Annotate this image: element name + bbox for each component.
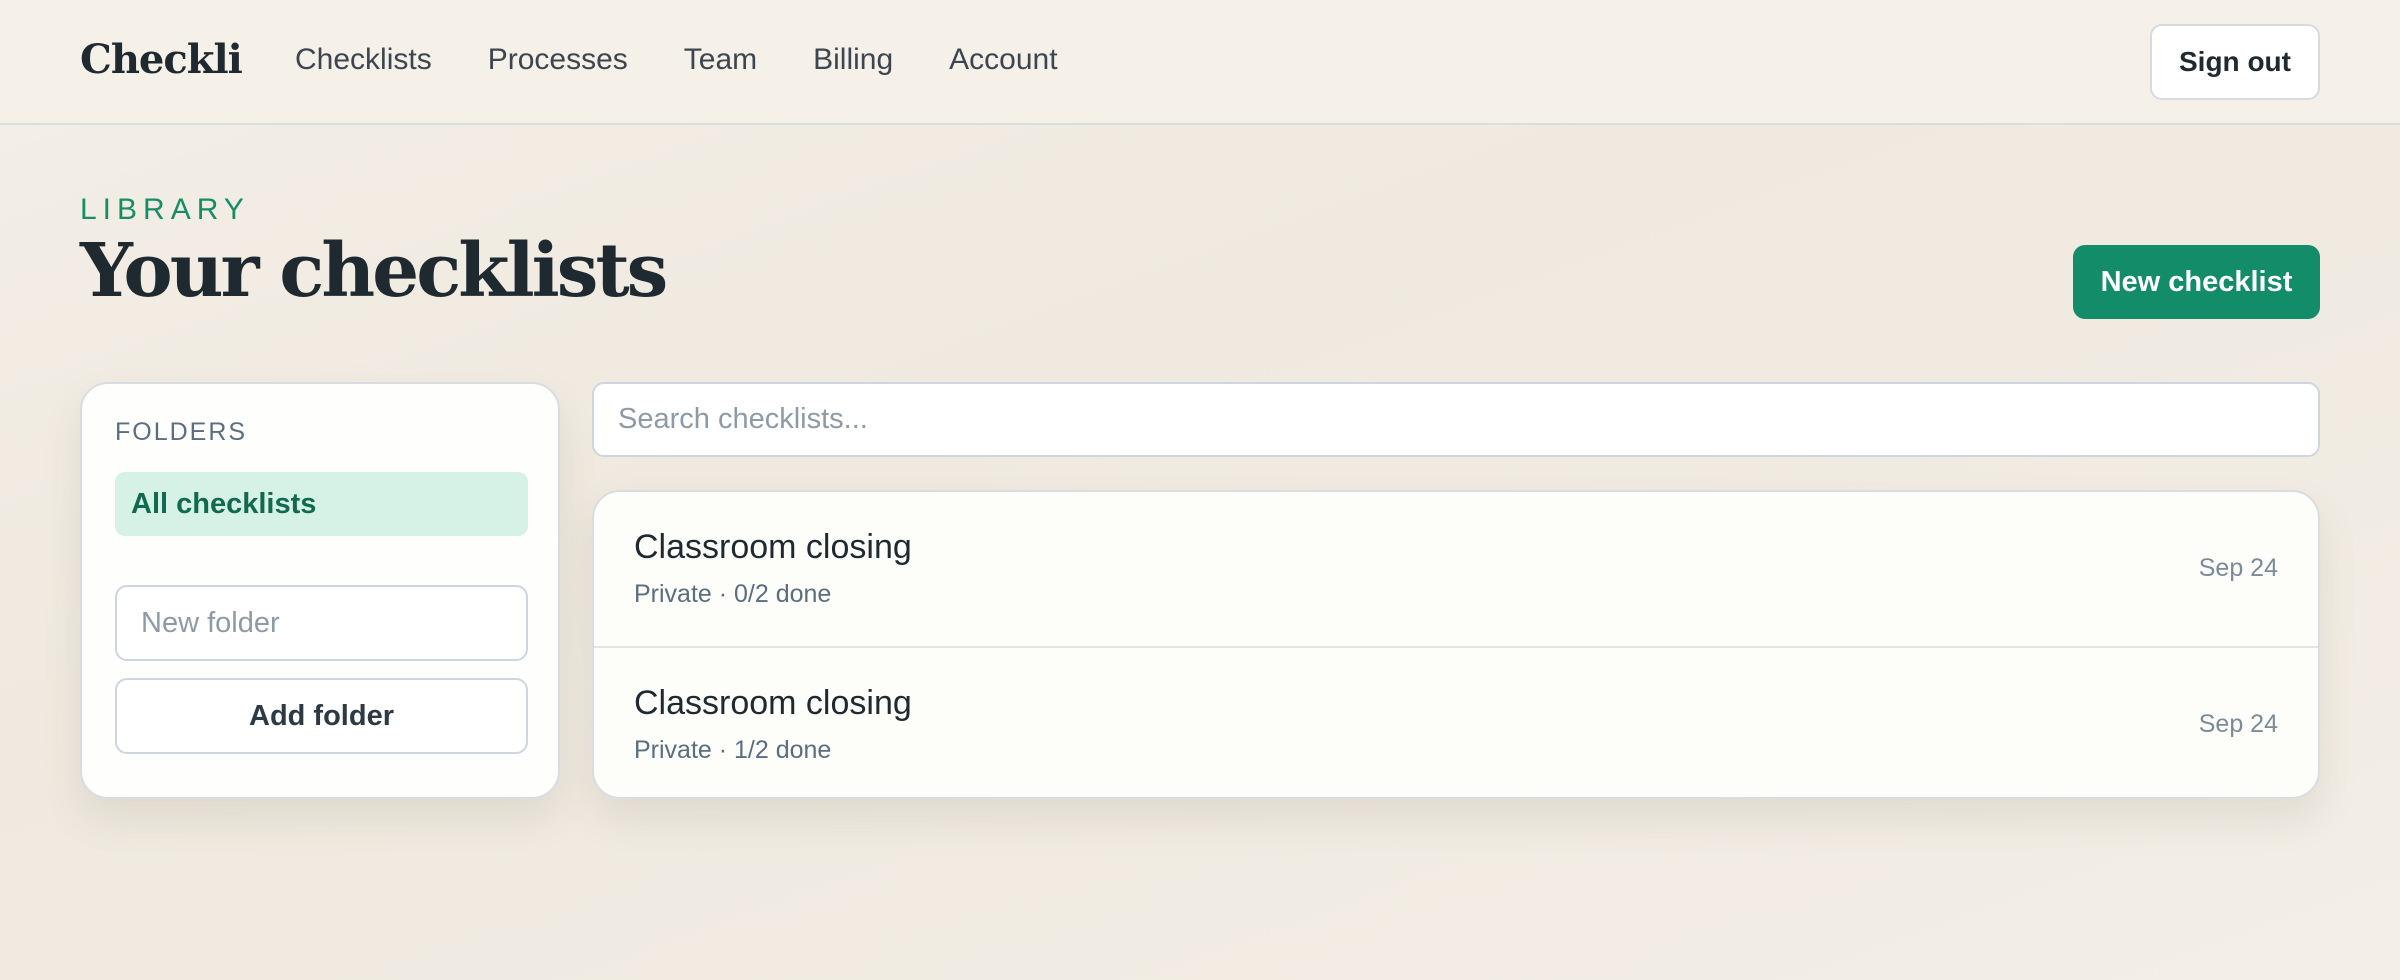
search-input[interactable] xyxy=(592,382,2320,457)
page-title: Your checklists xyxy=(80,228,668,314)
folders-heading: FOLDERS xyxy=(115,418,248,446)
checklist-meta: Private · 1/2 done xyxy=(634,736,832,764)
new-folder-input[interactable] xyxy=(115,585,528,661)
add-folder-button[interactable]: Add folder xyxy=(115,678,528,754)
sign-out-button[interactable]: Sign out xyxy=(2150,24,2320,100)
nav-item-processes[interactable]: Processes xyxy=(488,43,628,77)
folder-item-all-checklists[interactable]: All checklists xyxy=(115,472,528,536)
checklist-row[interactable]: Classroom closing Private · 0/2 done Sep… xyxy=(594,492,2318,646)
checklist-row[interactable]: Classroom closing Private · 1/2 done Sep… xyxy=(594,646,2318,797)
checklist-date: Sep 24 xyxy=(2198,710,2278,738)
new-checklist-button[interactable]: New checklist xyxy=(2073,245,2320,319)
checklist-meta: Private · 0/2 done xyxy=(634,580,832,608)
nav-item-account[interactable]: Account xyxy=(949,43,1057,77)
nav-item-team[interactable]: Team xyxy=(684,43,757,77)
checklist-title: Classroom closing xyxy=(634,684,912,722)
section-eyebrow: LIBRARY xyxy=(80,193,250,226)
checklist-list: Classroom closing Private · 0/2 done Sep… xyxy=(592,490,2320,799)
main-nav: Checklists Processes Team Billing Accoun… xyxy=(295,43,1058,77)
checklist-title: Classroom closing xyxy=(634,528,912,566)
nav-item-checklists[interactable]: Checklists xyxy=(295,43,432,77)
app-logo[interactable]: Checkli xyxy=(80,36,243,83)
nav-item-billing[interactable]: Billing xyxy=(813,43,893,77)
checklist-date: Sep 24 xyxy=(2198,554,2278,582)
top-navigation-bar: Checkli Checklists Processes Team Billin… xyxy=(0,0,2400,125)
folders-panel: FOLDERS All checklists Add folder xyxy=(80,382,560,799)
